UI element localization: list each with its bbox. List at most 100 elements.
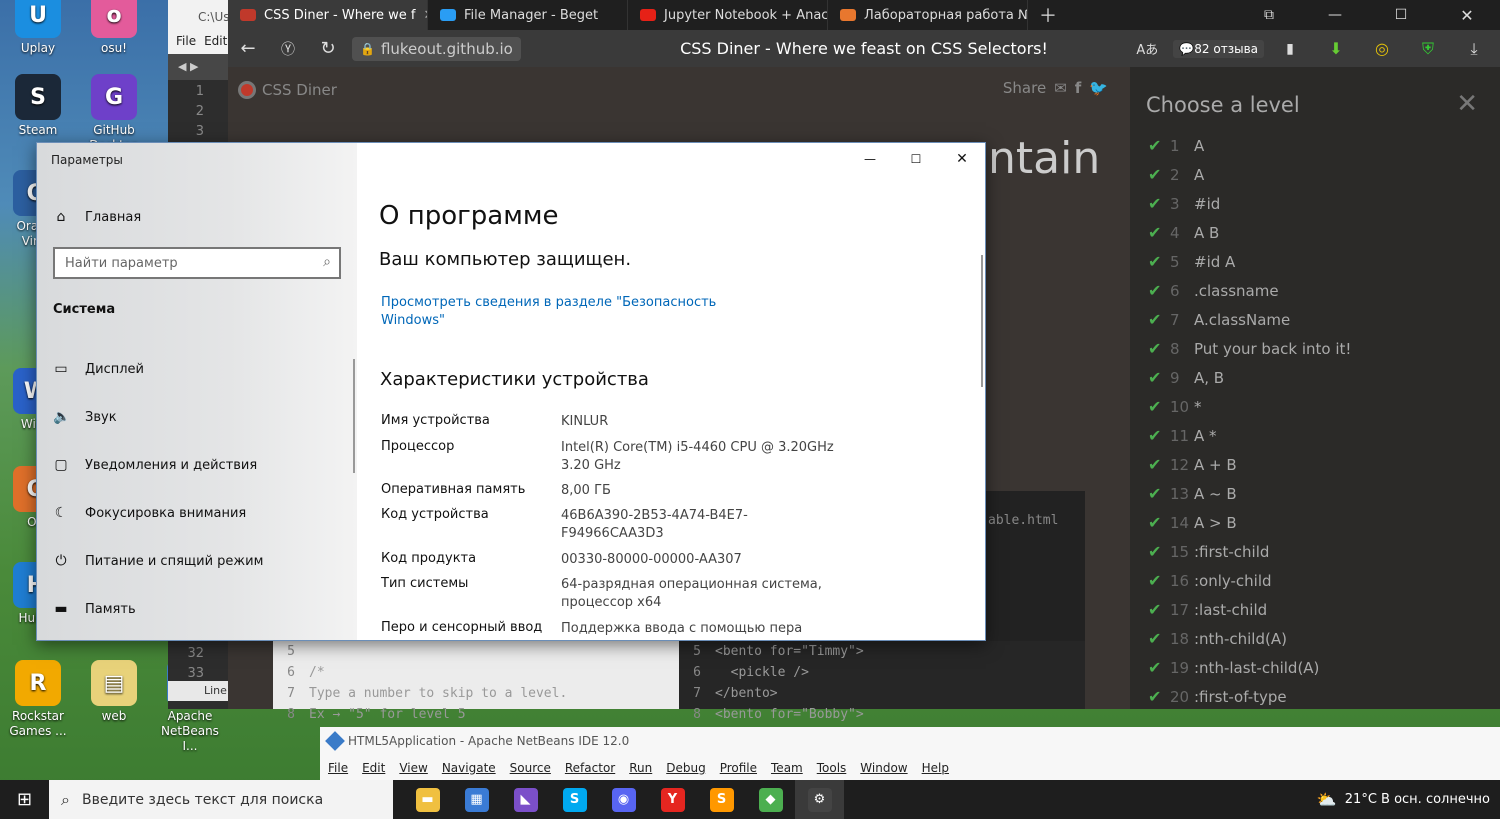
level-item[interactable]: ✔ 9 A, B	[1130, 363, 1500, 392]
new-tab-button[interactable]: ＋	[1028, 0, 1068, 30]
start-button[interactable]: ⊞	[0, 780, 49, 819]
settings-close-button[interactable]: ✕	[939, 143, 985, 175]
level-item[interactable]: ✔ 11 A *	[1130, 421, 1500, 450]
weather-icon[interactable]: ⛅	[1317, 790, 1337, 809]
desktop-icon[interactable]: U Uplay	[2, 0, 74, 56]
level-item[interactable]: ✔ 5 #id A	[1130, 247, 1500, 276]
taskbar-app[interactable]: S	[697, 780, 746, 819]
bookmark-icon[interactable]: ▮	[1270, 30, 1310, 67]
url-field[interactable]: 🔒 flukeout.github.io	[352, 36, 521, 61]
netbeans-menu-item[interactable]: Navigate	[442, 761, 496, 775]
level-item[interactable]: ✔ 4 A B	[1130, 218, 1500, 247]
settings-nav-item[interactable]: ▢ Уведомления и действия	[37, 441, 357, 489]
downloads-icon[interactable]: ⤓	[1454, 30, 1494, 67]
reload-button[interactable]: ↻	[308, 30, 348, 67]
maximize-button[interactable]: ☐	[1368, 0, 1434, 34]
level-item[interactable]: ✔ 14 A > B	[1130, 508, 1500, 537]
back-button[interactable]: ←	[228, 30, 268, 67]
translate-icon[interactable]: Aあ	[1127, 30, 1167, 67]
yandex-button[interactable]: Ⓨ	[268, 30, 308, 67]
level-item[interactable]: ✔ 1 A	[1130, 131, 1500, 160]
nav-home[interactable]: ⌂ Главная	[37, 193, 357, 241]
taskbar-app[interactable]: ◣	[501, 780, 550, 819]
level-number: 10	[1170, 397, 1190, 416]
level-item[interactable]: ✔ 2 A	[1130, 160, 1500, 189]
level-item[interactable]: ✔ 8 Put your back into it!	[1130, 334, 1500, 363]
taskbar-app[interactable]: S	[550, 780, 599, 819]
reviews-badge[interactable]: 💬82 отзыва	[1173, 39, 1264, 58]
protect-icon[interactable]: ⛨	[1408, 30, 1448, 67]
level-item[interactable]: ✔ 15:first-child	[1130, 537, 1500, 566]
taskbar-app[interactable]: ◉	[599, 780, 648, 819]
level-item[interactable]: ✔ 3 #id	[1130, 189, 1500, 218]
editor-menu-edit[interactable]: Edit	[204, 34, 227, 54]
level-item[interactable]: ✔ 16:only-child	[1130, 566, 1500, 595]
level-item[interactable]: ✔ 10 *	[1130, 392, 1500, 421]
level-item[interactable]: ✔ 6 .classname	[1130, 276, 1500, 305]
taskbar-search[interactable]: ⌕ Введите здесь текст для поиска	[49, 780, 393, 819]
editor-filename: able.html	[988, 513, 1059, 528]
level-item[interactable]: ✔ 13 A ~ B	[1130, 479, 1500, 508]
download-ext-icon[interactable]: ⬇	[1316, 30, 1356, 67]
taskbar-app[interactable]: ▦	[452, 780, 501, 819]
browser-tab[interactable]: Лабораторная работа №	[828, 0, 1028, 30]
browser-tab[interactable]: CSS Diner - Where we f✕	[228, 0, 428, 30]
netbeans-menu-item[interactable]: File	[328, 761, 348, 775]
settings-search-input[interactable]: Найти параметр ⌕	[53, 247, 341, 279]
nav-icon: ⏻	[55, 553, 67, 569]
netbeans-menu-item[interactable]: Window	[860, 761, 907, 775]
level-number: 8	[1170, 339, 1180, 358]
taskbar-app[interactable]: ⚙	[795, 780, 844, 819]
settings-nav-item[interactable]: ▭ Дисплей	[37, 345, 357, 393]
netbeans-menu-item[interactable]: Team	[771, 761, 803, 775]
extension-icon[interactable]: ◎	[1362, 30, 1402, 67]
netbeans-menu-item[interactable]: Tools	[817, 761, 847, 775]
settings-nav-item[interactable]: ⏻ Питание и спящий режим	[37, 537, 357, 585]
desktop-icon[interactable]: ▤ web	[78, 660, 150, 724]
taskbar-app[interactable]: Y	[648, 780, 697, 819]
netbeans-menu-item[interactable]: Source	[510, 761, 551, 775]
netbeans-menu-item[interactable]: Profile	[720, 761, 757, 775]
netbeans-menu-item[interactable]: View	[399, 761, 427, 775]
netbeans-menu-item[interactable]: Edit	[362, 761, 385, 775]
editor-menu-file[interactable]: File	[176, 34, 196, 54]
settings-nav-item[interactable]: ▬ Память	[37, 585, 357, 633]
level-label: :only-child	[1194, 571, 1272, 590]
level-item[interactable]: ✔ 20:first-of-type	[1130, 682, 1500, 711]
tab-favicon-icon	[440, 9, 456, 21]
desktop-icon[interactable]: R Rockstar Games ...	[2, 660, 74, 739]
level-item[interactable]: ✔ 19:nth-last-child(A)	[1130, 653, 1500, 682]
section-title: Система	[53, 302, 116, 317]
settings-maximize-button[interactable]: ☐	[893, 143, 939, 175]
settings-minimize-button[interactable]: —	[847, 143, 893, 175]
tabs-icon[interactable]: ⧉	[1236, 0, 1302, 34]
browser-tab[interactable]: Jupyter Notebook + Anac	[628, 0, 828, 30]
email-share-icon[interactable]: ✉	[1054, 79, 1067, 97]
browser-tab[interactable]: File Manager - Beget	[428, 0, 628, 30]
level-item[interactable]: ✔ 12 A + B	[1130, 450, 1500, 479]
desktop-icon[interactable]: o osu!	[78, 0, 150, 56]
netbeans-menu-item[interactable]: Debug	[666, 761, 705, 775]
weather-text[interactable]: 21°C В осн. солнечно	[1345, 792, 1490, 807]
level-item[interactable]: ✔ 17:last-child	[1130, 595, 1500, 624]
sidebar-scrollbar[interactable]	[353, 359, 355, 473]
netbeans-menu-item[interactable]: Refactor	[565, 761, 615, 775]
close-button[interactable]: ✕	[1434, 0, 1500, 34]
twitter-share-icon[interactable]: 🐦	[1089, 79, 1108, 97]
close-levels-icon[interactable]: ✕	[1456, 89, 1478, 119]
taskbar-app[interactable]: ◆	[746, 780, 795, 819]
level-item[interactable]: ✔ 18:nth-child(A)	[1130, 624, 1500, 653]
content-scrollbar[interactable]	[981, 255, 983, 387]
level-item[interactable]: ✔ 7 A.className	[1130, 305, 1500, 334]
desktop-icon[interactable]: S Steam	[2, 74, 74, 138]
settings-nav-item[interactable]: ☾ Фокусировка внимания	[37, 489, 357, 537]
settings-nav-item[interactable]: 🔈 Звук	[37, 393, 357, 441]
netbeans-menu-item[interactable]: Run	[629, 761, 652, 775]
minimize-button[interactable]: —	[1302, 0, 1368, 34]
taskbar-app[interactable]: ▬	[403, 780, 452, 819]
facebook-share-icon[interactable]: f	[1075, 79, 1082, 97]
code-line: 7 Type a number to skip to a level.	[273, 683, 679, 704]
code-line: 8 <bento for="Bobby">	[679, 704, 1085, 725]
security-link[interactable]: Просмотреть сведения в разделе "Безопасн…	[381, 294, 721, 330]
netbeans-menu-item[interactable]: Help	[922, 761, 949, 775]
